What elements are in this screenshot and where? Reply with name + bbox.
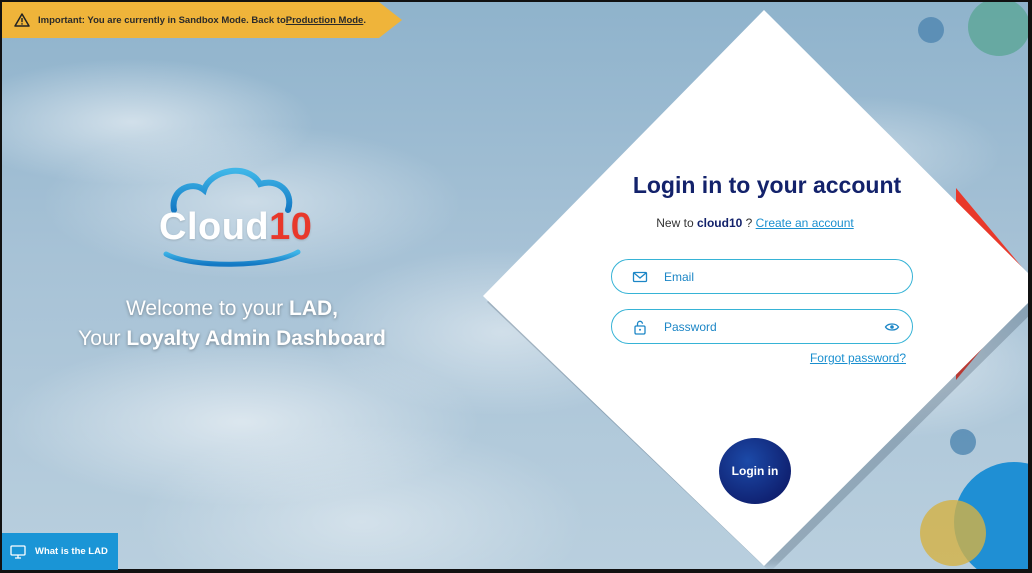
email-field[interactable] xyxy=(611,259,913,294)
create-account-link[interactable]: Create an account xyxy=(756,216,854,230)
brand-name-number: 10 xyxy=(269,206,313,248)
welcome-line-2: Your Loyalty Admin Dashboard xyxy=(42,324,422,354)
password-input[interactable] xyxy=(664,319,864,334)
login-button[interactable]: Login in xyxy=(719,438,791,504)
welcome-line-1: Welcome to your LAD, xyxy=(42,294,422,324)
show-password-eye-icon[interactable] xyxy=(884,319,900,335)
signup-prompt-sep: ? xyxy=(742,216,756,230)
welcome-line-1-bold: LAD, xyxy=(289,297,338,320)
welcome-line-2-prefix: Your xyxy=(78,327,127,350)
sandbox-banner: Important: You are currently in Sandbox … xyxy=(2,2,402,38)
password-field[interactable] xyxy=(611,309,913,344)
production-mode-link[interactable]: Production Mode xyxy=(286,15,364,26)
sandbox-banner-suffix: . xyxy=(363,14,366,26)
lock-icon xyxy=(634,320,646,335)
what-is-lad-label: What is the LAD xyxy=(35,546,108,557)
signup-prompt: New to cloud10 ? Create an account xyxy=(602,216,908,230)
signup-prompt-brand: cloud10 xyxy=(696,216,743,230)
email-input[interactable] xyxy=(664,269,864,284)
what-is-lad-button[interactable]: What is the LAD xyxy=(2,533,118,570)
monitor-icon xyxy=(10,544,26,559)
brand-name: Cloud10 xyxy=(159,206,312,249)
brand-name-main: Cloud xyxy=(159,206,270,248)
welcome-line-2-bold: Loyalty Admin Dashboard xyxy=(126,327,386,350)
page-background: Important: You are currently in Sandbox … xyxy=(2,2,1028,569)
login-title: Login in to your account xyxy=(632,172,902,198)
welcome-text: Welcome to your LAD, Your Loyalty Admin … xyxy=(42,294,422,354)
signup-prompt-prefix: New to xyxy=(656,216,697,230)
mail-icon xyxy=(632,271,648,282)
forgot-password-link[interactable]: Forgot password? xyxy=(782,351,906,365)
sandbox-banner-text: Important: You are currently in Sandbox … xyxy=(38,14,286,26)
welcome-line-1-prefix: Welcome to your xyxy=(125,297,289,320)
warning-icon xyxy=(14,13,30,27)
